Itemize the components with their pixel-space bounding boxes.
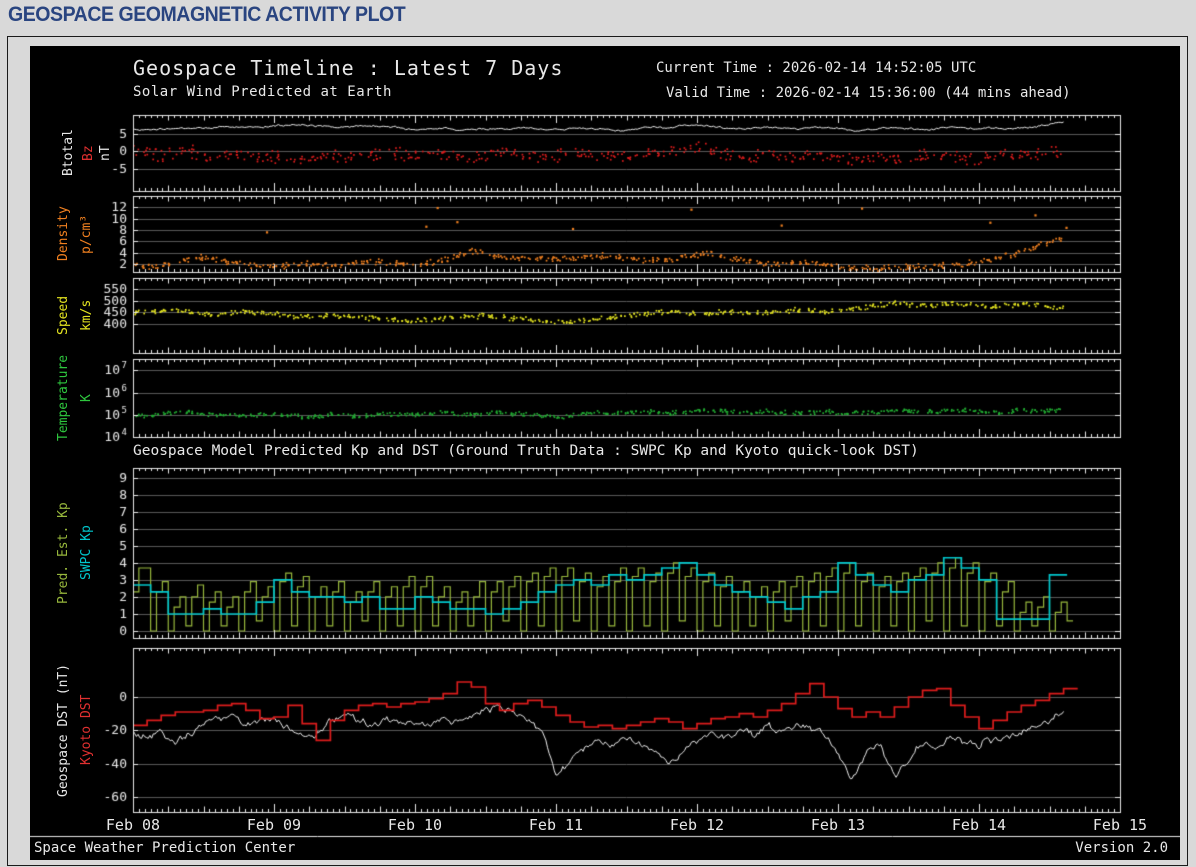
x-tick-label: Feb 12 [669, 816, 725, 834]
chart-title: Geospace Timeline : Latest 7 Days [133, 56, 564, 80]
valid-time: Valid Time : 2026-02-14 15:36:00 (44 min… [666, 85, 1071, 101]
footer-credit: Space Weather Prediction Center [34, 840, 296, 856]
x-tick-label: Feb 11 [528, 816, 584, 834]
ylabel-swpc-kp: SWPC Kp [79, 525, 94, 581]
ylabel-speed: Speed [56, 295, 71, 336]
ylabel-bz: Bz [81, 145, 96, 161]
x-tick-label: Feb 08 [105, 816, 161, 834]
ylabel-pred-est-kp: Pred. Est. Kp [56, 502, 71, 604]
ylabel-p-cm: p/cm³ [79, 214, 94, 254]
mid-title: Geospace Model Predicted Kp and DST (Gro… [133, 443, 919, 459]
ylabel-btotal: Btotal [61, 129, 76, 177]
plot-frame: Geospace Timeline : Latest 7 Days Solar … [7, 36, 1188, 866]
x-tick-label: Feb 09 [246, 816, 302, 834]
ylabel-k: K [79, 394, 94, 402]
ylabel-geospace-dst-nt: Geospace DST (nT) [56, 663, 71, 797]
page: GEOSPACE GEOMAGNETIC ACTIVITY PLOT Geosp… [0, 0, 1196, 867]
geospace-plot: Geospace Timeline : Latest 7 Days Solar … [30, 46, 1180, 860]
footer-version: Version 2.0 [1075, 840, 1168, 856]
ylabel-density: Density [56, 206, 71, 262]
ylabel-temperature: Temperature [56, 354, 71, 442]
page-title: GEOSPACE GEOMAGNETIC ACTIVITY PLOT [8, 3, 406, 26]
ylabel-nt: nT [98, 145, 113, 161]
x-tick-label: Feb 14 [951, 816, 1007, 834]
chart-subtitle: Solar Wind Predicted at Earth [133, 84, 392, 100]
x-tick-label: Feb 10 [387, 816, 443, 834]
current-time: Current Time : 2026-02-14 14:52:05 UTC [656, 60, 977, 76]
ylabel-km-s: km/s [79, 299, 94, 332]
x-tick-label: Feb 13 [810, 816, 866, 834]
ylabel-kyoto-dst: Kyoto DST [79, 694, 94, 766]
x-tick-label: Feb 15 [1092, 816, 1148, 834]
